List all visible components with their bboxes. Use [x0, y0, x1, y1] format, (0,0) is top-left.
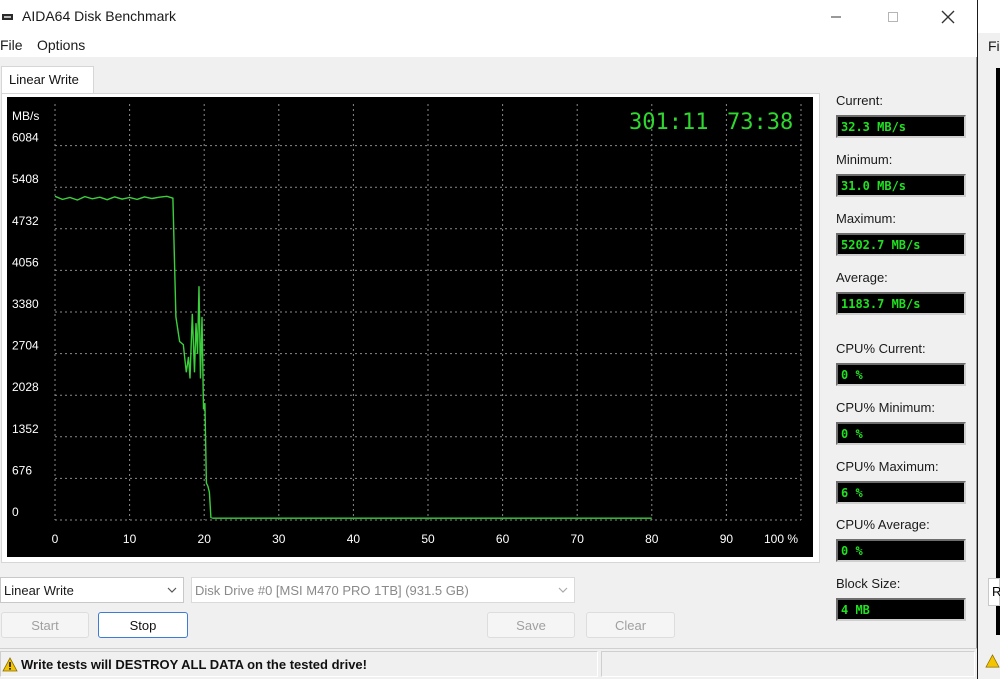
y-axis-label: MB/s: [12, 109, 39, 123]
menu-options[interactable]: Options: [37, 37, 85, 53]
y-tick-label: 2028: [12, 380, 39, 394]
background-menu-fragment: Fi: [988, 38, 1000, 54]
y-tick-label: 1352: [12, 422, 39, 436]
y-tick-label: 0: [12, 505, 19, 519]
stat-value-block-size: 4 MB: [836, 598, 966, 621]
time-elapsed: 301:11: [629, 110, 708, 135]
stat-label-cpu-current: CPU% Current:: [836, 341, 926, 356]
x-tick-label: 50: [421, 532, 435, 546]
status-bar: Write tests will DESTROY ALL DATA on the…: [0, 648, 977, 679]
x-tick-label: 100 %: [764, 532, 798, 546]
x-tick-label: 90: [720, 532, 734, 546]
x-tick-label: 0: [52, 532, 59, 546]
x-tick-label: 20: [198, 532, 212, 546]
stat-value-cpu-average: 0 %: [836, 539, 966, 562]
time-remaining: 73:38: [727, 110, 793, 135]
chevron-down-icon: [167, 587, 177, 593]
stat-value-minimum: 31.0 MB/s: [836, 174, 966, 197]
window-title: AIDA64 Disk Benchmark: [22, 8, 177, 24]
stat-label-cpu-minimum: CPU% Minimum:: [836, 400, 935, 415]
x-tick-label: 30: [272, 532, 286, 546]
warning-text: Write tests will DESTROY ALL DATA on the…: [21, 657, 367, 672]
minimize-icon: [831, 16, 841, 17]
y-tick-label: 676: [12, 463, 32, 477]
test-type-value: Linear Write: [4, 583, 74, 598]
stat-label-cpu-maximum: CPU% Maximum:: [836, 459, 939, 474]
status-segment-warning: Write tests will DESTROY ALL DATA on the…: [0, 651, 598, 677]
stat-value-cpu-minimum: 0 %: [836, 422, 966, 445]
stat-value-current: 32.3 MB/s: [836, 115, 966, 138]
stat-label-block-size: Block Size:: [836, 576, 901, 591]
x-tick-label: 80: [645, 532, 659, 546]
x-tick-label: 70: [571, 532, 585, 546]
stat-label-cpu-average: CPU% Average:: [836, 517, 930, 532]
y-tick-label: 3380: [12, 297, 39, 311]
drive-value: Disk Drive #0 [MSI M470 PRO 1TB] (931.5 …: [195, 583, 469, 598]
background-select-fragment: R: [988, 578, 1000, 606]
stat-label-current: Current:: [836, 93, 883, 108]
test-type-select[interactable]: Linear Write: [0, 577, 184, 603]
y-tick-label: 6084: [12, 131, 39, 145]
close-icon: [941, 10, 955, 23]
close-button[interactable]: [925, 0, 971, 33]
stat-value-maximum: 5202.7 MB/s: [836, 233, 966, 256]
y-tick-label: 5408: [12, 172, 39, 186]
warning-icon: [2, 657, 18, 672]
y-tick-label: 4056: [12, 255, 39, 269]
stop-button[interactable]: Stop: [98, 612, 188, 638]
stat-label-average: Average:: [836, 270, 888, 285]
stat-label-maximum: Maximum:: [836, 211, 896, 226]
title-bar[interactable]: AIDA64 Disk Benchmark: [0, 0, 977, 33]
maximize-icon: [888, 11, 898, 22]
background-warning-icon: [985, 654, 1000, 668]
status-segment-empty: [601, 651, 975, 677]
clear-button[interactable]: Clear: [586, 612, 675, 638]
stat-value-average: 1183.7 MB/s: [836, 292, 966, 315]
maximize-button[interactable]: [870, 0, 916, 33]
x-tick-label: 10: [123, 532, 137, 546]
background-title-bar: [978, 0, 1000, 33]
chevron-down-icon: [558, 587, 568, 593]
chart-svg: 0 676 1352 2028 2704 3380 4056 4732 5408 6084 0 10 2…: [12, 104, 802, 546]
y-tick-label: 4732: [12, 214, 39, 228]
app-icon: [2, 14, 13, 20]
stat-label-minimum: Minimum:: [836, 152, 893, 167]
tab-linear-write[interactable]: Linear Write: [1, 66, 94, 94]
stat-value-cpu-current: 0 %: [836, 363, 966, 386]
minimize-button[interactable]: [813, 0, 859, 33]
stat-value-cpu-maximum: 6 %: [836, 481, 966, 504]
menu-file[interactable]: File: [0, 37, 23, 53]
x-tick-label: 40: [347, 532, 361, 546]
start-button[interactable]: Start: [1, 612, 89, 638]
save-button[interactable]: Save: [487, 612, 575, 638]
menu-bar: File Options: [0, 33, 977, 57]
benchmark-chart: 0 676 1352 2028 2704 3380 4056 4732 5408 6084 0 10 2…: [7, 97, 813, 557]
y-tick-label: 2704: [12, 339, 39, 353]
drive-select[interactable]: Disk Drive #0 [MSI M470 PRO 1TB] (931.5 …: [191, 577, 575, 603]
x-tick-label: 60: [496, 532, 510, 546]
background-chart-edge: [996, 68, 1000, 635]
